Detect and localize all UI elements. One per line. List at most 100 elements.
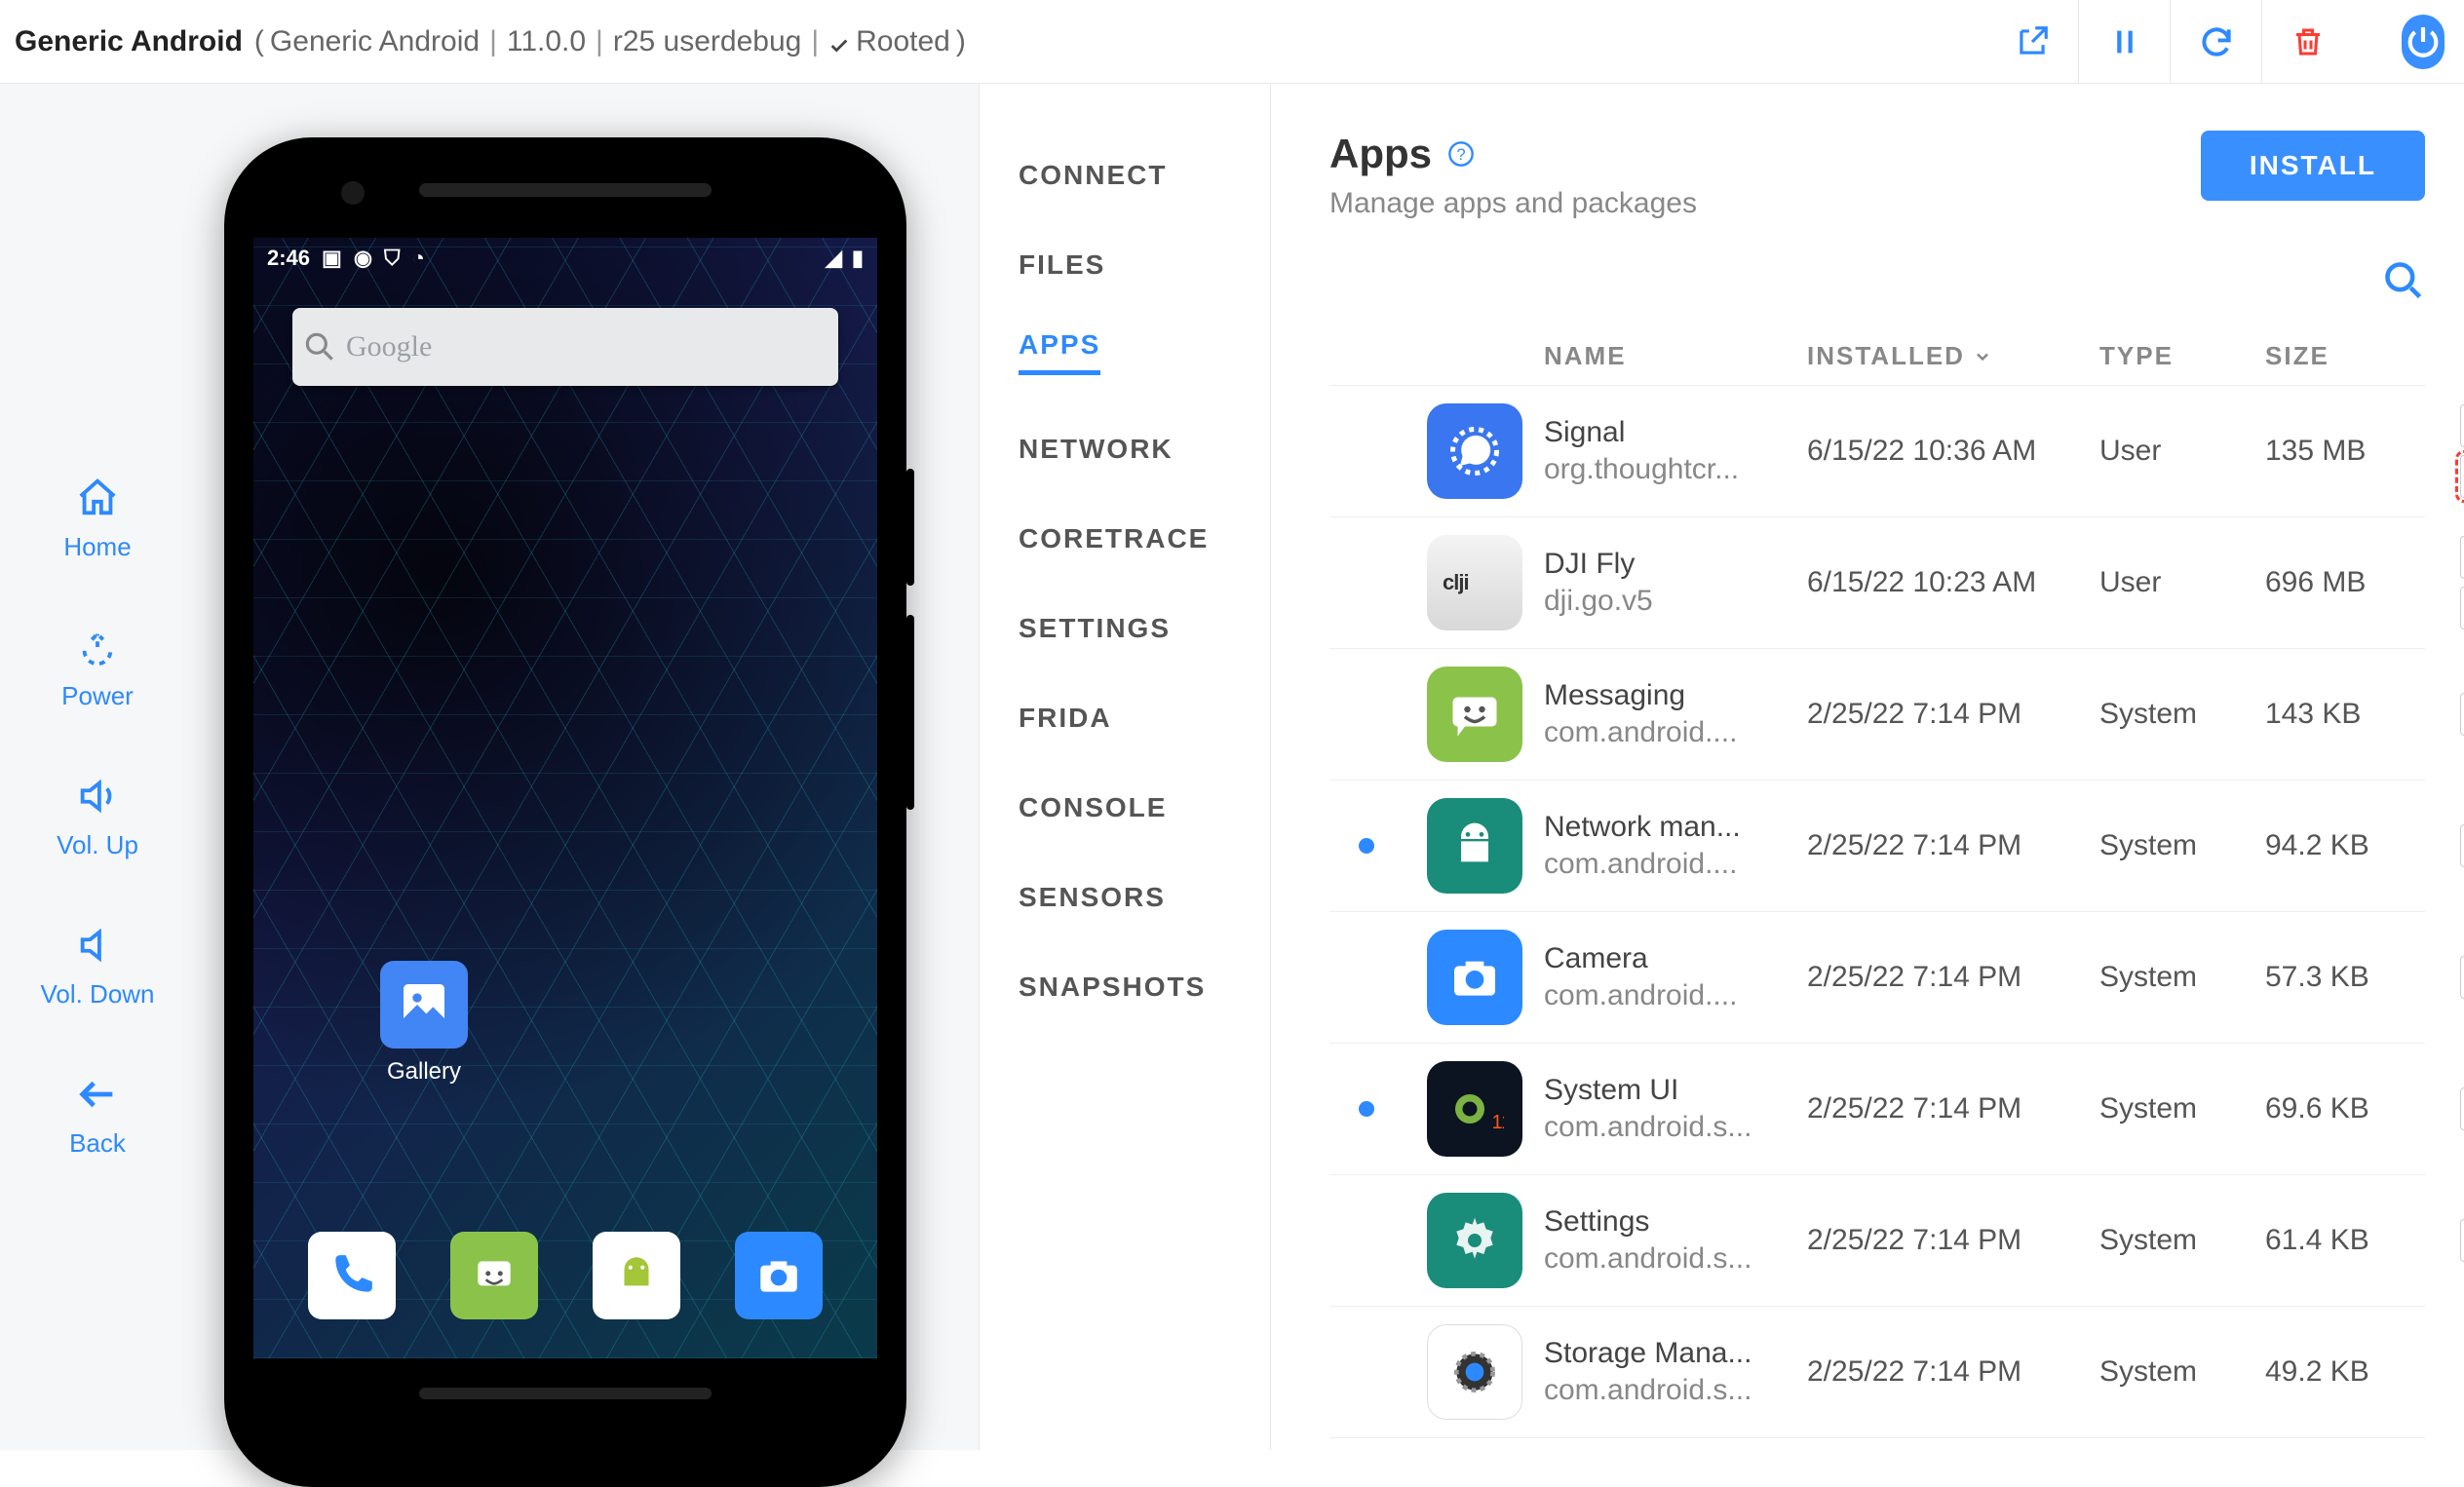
launch-button[interactable]: LAUNCH (2460, 693, 2464, 736)
app-type: System (2099, 829, 2265, 862)
power-button-wrap (2353, 0, 2445, 84)
panel-subtitle: Manage apps and packages (1329, 187, 1697, 220)
app-installed: 2/25/22 7:14 PM (1807, 1092, 2099, 1125)
nav-item-coretrace[interactable]: CORETRACE (980, 494, 1270, 584)
nav-item-console[interactable]: CONSOLE (980, 763, 1270, 853)
control-vol-down[interactable]: Vol. Down (40, 921, 154, 1010)
launch-button[interactable]: LAUNCH (2460, 956, 2464, 999)
apps-panel: Apps ? Manage apps and packages INSTALL … (1271, 84, 2464, 1450)
app-row[interactable]: Storage Mana...com.android.s...2/25/22 7… (1329, 1306, 2425, 1437)
app-size: 696 MB (2265, 566, 2460, 599)
panel-header: Apps ? Manage apps and packages INSTALL (1329, 131, 2425, 220)
col-installed[interactable]: INSTALLED (1807, 341, 2099, 371)
app-row[interactable]: com.android....2/25/22 7:14 PMSystem49.2… (1329, 1437, 2425, 1450)
nav-item-connect[interactable]: CONNECT (980, 131, 1270, 220)
svg-text:11: 11 (1492, 1112, 1505, 1133)
help-icon[interactable]: ? (1447, 140, 1475, 168)
gallery-app[interactable]: Gallery (380, 961, 468, 1086)
search-icon[interactable] (2382, 259, 2425, 302)
pause-icon[interactable] (2078, 0, 2170, 84)
app-size: 69.6 KB (2265, 1092, 2460, 1125)
kill-button[interactable]: KILL (2460, 824, 2464, 867)
power-button[interactable] (2402, 15, 2445, 69)
nav-item-snapshots[interactable]: SNAPSHOTS (980, 942, 1270, 1032)
control-label: Back (69, 1128, 126, 1159)
app-actions: LAUNCH (2460, 1219, 2464, 1262)
app-row[interactable]: Signalorg.thoughtcr...6/15/22 10:36 AMUs… (1329, 385, 2425, 516)
app-installed: 2/25/22 7:14 PM (1807, 698, 2099, 731)
app-package: com.android.... (1544, 979, 1797, 1012)
phone-home-bar (419, 1388, 712, 1399)
app-row[interactable]: Messagingcom.android....2/25/22 7:14 PMS… (1329, 648, 2425, 780)
app-installed: 6/15/22 10:23 AM (1807, 566, 2099, 599)
running-indicator (1329, 838, 1427, 854)
app-row[interactable]: cljiDJI Flydji.go.v56/15/22 10:23 AMUser… (1329, 516, 2425, 648)
control-back[interactable]: Back (69, 1070, 126, 1159)
nav-item-sensors[interactable]: SENSORS (980, 853, 1270, 942)
launch-button[interactable]: LAUNCH (2460, 1219, 2464, 1262)
messages-app-icon[interactable] (450, 1232, 538, 1319)
nav-item-frida[interactable]: FRIDA (980, 673, 1270, 763)
control-label: Home (63, 532, 131, 562)
refresh-icon[interactable] (2170, 0, 2261, 84)
table-header: NAME INSTALLED TYPE SIZE (1329, 341, 2425, 385)
vol-up-icon (73, 772, 122, 820)
delete-icon[interactable] (2261, 0, 2353, 84)
app-name: DJI Fly (1544, 548, 1797, 581)
search-placeholder: Google (346, 330, 432, 363)
wallpaper-grid (253, 238, 877, 1358)
android-app-icon[interactable] (593, 1232, 680, 1319)
control-label: Power (61, 681, 134, 711)
dock-row (253, 1232, 877, 1319)
phone-screen[interactable]: 2:46 ▣ ◉ ⛉ ◔ ◢ ▮ Google (253, 238, 877, 1358)
google-search-widget[interactable]: Google (292, 308, 838, 386)
app-icon (1427, 930, 1522, 1025)
control-vol-up[interactable]: Vol. Up (57, 772, 138, 860)
uninstall-button[interactable]: UNINSTALL (2460, 404, 2464, 447)
col-name[interactable]: NAME (1544, 341, 1807, 371)
control-label: Vol. Up (57, 830, 138, 860)
open-external-icon[interactable] (1986, 0, 2078, 84)
app-row[interactable]: Cameracom.android....2/25/22 7:14 PMSyst… (1329, 911, 2425, 1043)
control-home[interactable]: Home (63, 474, 131, 562)
app-size: 57.3 KB (2265, 961, 2460, 994)
vol-down-icon (73, 921, 122, 970)
phone-frame: 2:46 ▣ ◉ ⛉ ◔ ◢ ▮ Google (224, 137, 906, 1487)
launch-button[interactable]: LAUNCH (2460, 455, 2464, 498)
status-icon: ▣ (322, 246, 342, 271)
app-row[interactable]: Network man...com.android....2/25/22 7:1… (1329, 780, 2425, 911)
app-size: 94.2 KB (2265, 829, 2460, 862)
nav-item-settings[interactable]: SETTINGS (980, 584, 1270, 673)
phone-app-icon[interactable] (308, 1232, 396, 1319)
camera-app-icon[interactable] (735, 1232, 823, 1319)
status-icon: ◔ (412, 246, 425, 271)
app-row[interactable]: 11System UIcom.android.s...2/25/22 7:14 … (1329, 1043, 2425, 1174)
kill-button[interactable]: KILL (2460, 1087, 2464, 1130)
nav-item-network[interactable]: NETWORK (980, 404, 1270, 494)
launch-button[interactable]: LAUNCH (2460, 587, 2464, 629)
install-button[interactable]: INSTALL (2201, 131, 2425, 201)
app-name-cell: Signalorg.thoughtcr... (1544, 416, 1807, 486)
phone-side-button (906, 615, 914, 810)
col-type[interactable]: TYPE (2099, 341, 2265, 371)
app-package: com.android.s... (1544, 1242, 1797, 1276)
nav-item-apps[interactable]: APPS (1019, 329, 1100, 375)
svg-text:?: ? (1456, 146, 1465, 164)
header-actions (1986, 0, 2445, 84)
nav-item-files[interactable]: FILES (980, 220, 1270, 310)
app-actions: UNINSTALL LAUNCH (2460, 404, 2464, 498)
app-size: 61.4 KB (2265, 1224, 2460, 1257)
android-status-bar: 2:46 ▣ ◉ ⛉ ◔ ◢ ▮ (253, 238, 877, 279)
phone-speaker (419, 183, 712, 197)
status-icon: ◉ (354, 246, 372, 271)
app-row[interactable]: Settingscom.android.s...2/25/22 7:14 PMS… (1329, 1174, 2425, 1306)
status-icon: ⛉ (384, 246, 401, 271)
power-up-icon (73, 623, 122, 671)
app-name-cell: Cameracom.android.... (1544, 942, 1807, 1012)
app-package: dji.go.v5 (1544, 585, 1797, 618)
app-package: com.android.s... (1544, 1374, 1797, 1407)
control-power[interactable]: Power (61, 623, 134, 711)
app-package: com.android.s... (1544, 1111, 1797, 1144)
uninstall-button[interactable]: UNINSTALL (2460, 536, 2464, 579)
col-size[interactable]: SIZE (2265, 341, 2460, 371)
